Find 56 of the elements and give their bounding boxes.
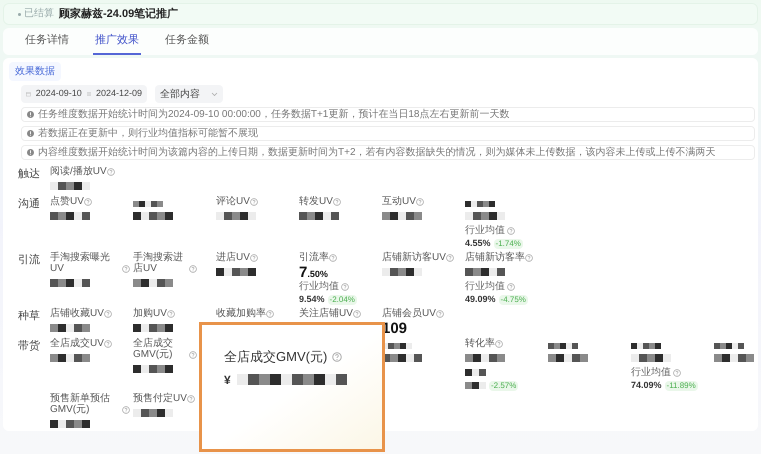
benchmark-value: 74.09% bbox=[631, 381, 662, 390]
benchmark-label: 行业均值 bbox=[465, 282, 505, 292]
start-date: 2024-09-10 bbox=[36, 87, 82, 100]
change-badge: -2.04% bbox=[328, 294, 357, 304]
group-label: 引流 bbox=[17, 252, 41, 268]
metric-label: 手淘搜索曝光UV bbox=[50, 252, 111, 274]
date-range-picker[interactable]: 2024-09-10 2024-12-09 bbox=[21, 85, 147, 103]
benchmark-value: 4.55% bbox=[465, 239, 491, 248]
change-badge: -4.75% bbox=[498, 294, 528, 304]
currency-symbol: ¥ bbox=[224, 372, 231, 388]
benchmark-label: 行业均值 bbox=[299, 282, 339, 292]
group-label: 沟通 bbox=[17, 196, 41, 212]
metric-label: 阅读/播放UV bbox=[50, 166, 107, 177]
benchmark-value: 9.54% bbox=[299, 295, 325, 304]
metric-label: 店铺收藏UV bbox=[50, 308, 104, 319]
group-label: 种草 bbox=[17, 309, 41, 324]
end-date: 2024-12-09 bbox=[96, 87, 142, 100]
metric-label: 关注店铺UV bbox=[299, 308, 353, 319]
metric-label: 收藏加购率 bbox=[216, 308, 266, 319]
metric-value: 7.50% bbox=[299, 264, 328, 280]
benchmark-label: 行业均值 bbox=[631, 368, 671, 378]
metric-label: 手淘搜索进店UV bbox=[133, 252, 184, 274]
metric-label: 进店UV bbox=[216, 252, 250, 263]
task-title: 顾家赫兹-24.09笔记推广 bbox=[59, 6, 178, 22]
content-type-dropdown[interactable]: 全部内容 bbox=[155, 85, 223, 103]
benchmark-value: 49.09% bbox=[465, 295, 496, 304]
change-badge: -1.74% bbox=[494, 238, 523, 248]
notice-text: 若数据正在更新中，则行业均值指标可能暂不展现 bbox=[38, 128, 258, 138]
change-badge: -2.57% bbox=[489, 380, 518, 390]
benchmark-label: 行业均值 bbox=[465, 226, 505, 236]
notice-text: 任务维度数据开始统计时间为2024-09-10 00:00:00，任务数据T+1更新，预计在当日18点左右更新前一天数 bbox=[38, 110, 510, 120]
metric-label: 店铺新访客率 bbox=[465, 252, 525, 263]
metric-label: 预售付定UV bbox=[133, 393, 187, 404]
metric-label: 加购UV bbox=[133, 308, 167, 319]
dropdown-value: 全部内容 bbox=[160, 88, 200, 102]
metric-label: 转化率 bbox=[465, 338, 495, 349]
section-tab[interactable]: 效果数据 bbox=[9, 62, 61, 81]
metric-label: 店铺会员UV bbox=[382, 308, 436, 319]
metric-label: 转发UV bbox=[299, 196, 333, 207]
tab[interactable]: 推广效果 bbox=[93, 28, 141, 55]
tab[interactable]: 任务详情 bbox=[23, 28, 71, 55]
change-badge: -11.89% bbox=[664, 380, 698, 390]
callout-label: 全店成交GMV(元) bbox=[224, 348, 328, 366]
metric-label: 互动UV bbox=[382, 196, 416, 207]
metric-label: 引流率 bbox=[299, 252, 329, 263]
tab[interactable]: 任务金额 bbox=[163, 28, 211, 55]
metric-label: 预售新单预估GMV(元) bbox=[50, 393, 111, 415]
metric-label: 评论UV bbox=[216, 196, 250, 207]
metric-label: 全店成交GMV(元) bbox=[133, 338, 174, 360]
group-label: 触达 bbox=[17, 167, 41, 182]
notice-text: 内容维度数据开始统计时间为该篇内容的上传日期，数据更新时间为T+2，若有内容数据缺失的情况，则为媒体未上传数据，该内容未上传或上传不满两天 bbox=[38, 148, 716, 158]
metric-label: 点赞UV bbox=[50, 196, 84, 207]
metric-label: 店铺新访客UV bbox=[382, 252, 446, 263]
status-label: 已结算 bbox=[18, 9, 54, 19]
group-label: 带货 bbox=[17, 339, 41, 354]
metric-label: 全店成交UV bbox=[50, 338, 104, 349]
